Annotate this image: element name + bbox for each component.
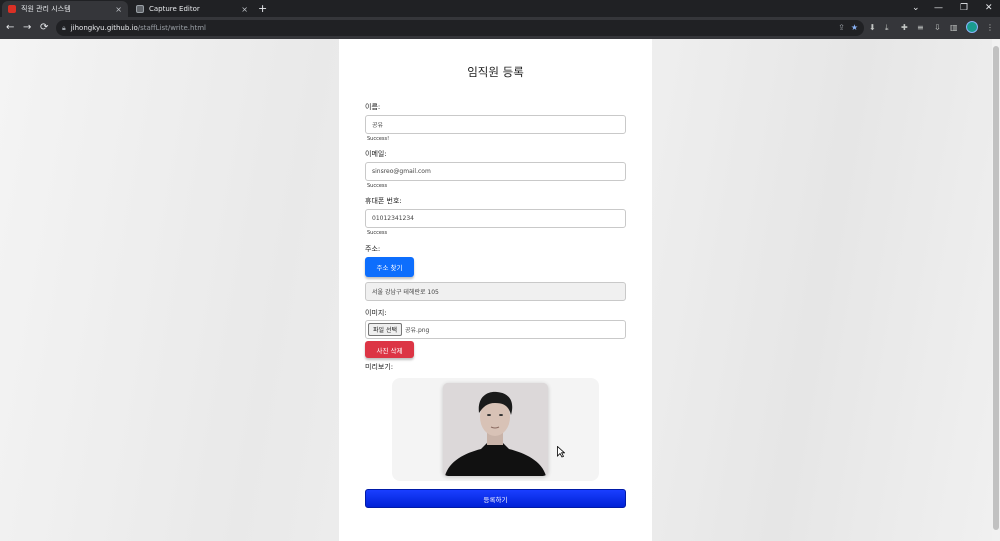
image-file-input[interactable]: 파일 선택 공유.png — [365, 320, 626, 339]
phone-status: Success — [367, 230, 388, 236]
mouse-cursor-icon — [557, 446, 565, 458]
page-title: 임직원 등록 — [467, 65, 524, 79]
email-value: sinsreo@gmail.com — [372, 168, 431, 175]
tab-close-icon[interactable]: × — [241, 5, 248, 14]
bookmark-star-icon[interactable]: ★ — [851, 23, 858, 32]
download-ext-icon[interactable]: ⤓ — [885, 22, 889, 34]
close-window-button[interactable]: ✕ — [985, 1, 993, 15]
name-input[interactable]: 공유 — [365, 115, 626, 134]
phone-value: 01012341234 — [372, 215, 414, 222]
address-bar[interactable]: 🔒︎ jihongkyu.github.io /staffList/write.… — [56, 20, 864, 36]
restore-button[interactable]: ❐ — [960, 1, 968, 15]
url-path: /staffList/write.html — [137, 24, 206, 32]
downloads-icon[interactable]: ⇩ — [934, 22, 941, 34]
phone-input[interactable]: 01012341234 — [365, 209, 626, 228]
page-viewport: 임직원 등록 이름: 공유 Success! 이메일: sinsreo@gmai… — [0, 39, 992, 541]
favicon-icon — [8, 5, 16, 13]
tab-label: Capture Editor — [149, 5, 200, 13]
extension-icon[interactable]: ⬇ — [869, 22, 876, 34]
preview-image — [443, 383, 548, 476]
scrollbar-thumb[interactable] — [993, 46, 999, 530]
url-host: jihongkyu.github.io — [70, 24, 138, 32]
tab-capture-editor[interactable]: Capture Editor × — [130, 1, 254, 17]
address-label: 주소: — [365, 245, 381, 253]
submit-button[interactable]: 등록하기 — [365, 489, 626, 508]
choose-file-button[interactable]: 파일 선택 — [368, 323, 402, 336]
tab-staff-system[interactable]: 직원 관리 시스템 × — [2, 1, 128, 17]
tab-close-icon[interactable]: × — [115, 5, 122, 14]
tab-label: 직원 관리 시스템 — [21, 5, 71, 13]
find-address-button[interactable]: 주소 찾기 — [365, 257, 414, 277]
lock-icon: 🔒︎ — [62, 23, 66, 32]
share-icon[interactable]: ⇪ — [838, 23, 845, 32]
email-status: Success — [367, 183, 388, 189]
browser-toolbar: ← → ⟳ 🔒︎ jihongkyu.github.io /staffList/… — [0, 17, 1000, 39]
omnibox-actions: ⇪ ★ — [838, 23, 858, 32]
profile-avatar[interactable] — [966, 21, 978, 33]
email-label: 이메일: — [365, 150, 387, 158]
back-button[interactable]: ← — [6, 21, 14, 35]
side-panel-icon[interactable]: ▥ — [950, 22, 958, 34]
name-label: 이름: — [365, 103, 381, 111]
image-label: 이미지: — [365, 309, 387, 317]
registration-form: 임직원 등록 이름: 공유 Success! 이메일: sinsreo@gmai… — [339, 39, 652, 541]
media-icon[interactable]: ≡ — [917, 22, 924, 34]
tab-search-icon[interactable]: ⌄ — [912, 1, 920, 15]
phone-label: 휴대폰 번호: — [365, 197, 402, 205]
name-value: 공유 — [372, 122, 384, 129]
reload-button[interactable]: ⟳ — [40, 21, 48, 35]
preview-label: 미리보기: — [365, 363, 394, 371]
address-input[interactable]: 서울 강남구 테헤란로 105 — [365, 282, 626, 301]
browser-tab-bar: 직원 관리 시스템 × Capture Editor × + ⌄ — ❐ ✕ — [0, 0, 1000, 17]
name-status: Success! — [367, 136, 390, 142]
menu-icon[interactable]: ⋮ — [986, 22, 994, 34]
file-name: 공유.png — [405, 327, 430, 334]
favicon-icon — [136, 5, 144, 13]
address-value: 서울 강남구 테헤란로 105 — [372, 289, 439, 296]
new-tab-button[interactable]: + — [258, 1, 267, 16]
delete-photo-button[interactable]: 사진 삭제 — [365, 341, 414, 358]
forward-button[interactable]: → — [23, 21, 31, 35]
minimize-button[interactable]: — — [934, 1, 943, 15]
puzzle-extensions-icon[interactable]: ✚ — [901, 22, 908, 34]
email-input[interactable]: sinsreo@gmail.com — [365, 162, 626, 181]
